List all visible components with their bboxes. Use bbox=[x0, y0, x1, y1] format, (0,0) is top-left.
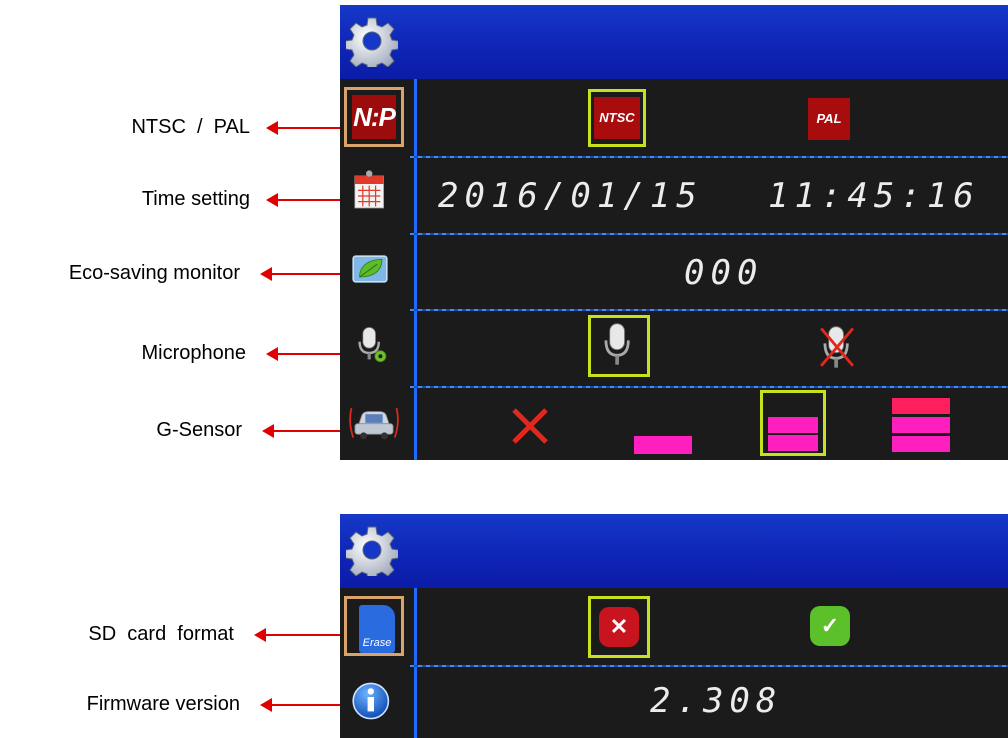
g-sensor-medium-bar bbox=[768, 417, 818, 433]
settings-screen-2: Erase ✕ ✓ 2.308 bbox=[340, 514, 1008, 738]
sd-cancel-frame[interactable]: ✕ bbox=[588, 596, 650, 658]
arrow-eco-saving bbox=[260, 267, 342, 281]
date-value[interactable]: 2016/01/15 bbox=[438, 176, 703, 216]
time-setting-row: 2016/01/15 11:45:16 bbox=[340, 158, 1008, 233]
time-value[interactable]: 11:45:16 bbox=[768, 176, 980, 216]
callout-label: Firmware version bbox=[86, 693, 240, 715]
callout-label: G-Sensor bbox=[156, 419, 242, 441]
eco-saving-value[interactable]: 000 bbox=[684, 253, 763, 293]
ntsc-button[interactable]: NTSC bbox=[594, 97, 640, 139]
ntsc-button-frame[interactable]: NTSC bbox=[588, 89, 646, 147]
callout-label: Eco-saving monitor bbox=[68, 262, 240, 284]
leaf-monitor-icon[interactable] bbox=[350, 241, 398, 297]
arrow-firmware-version bbox=[260, 698, 342, 712]
g-sensor-high-bar[interactable] bbox=[892, 398, 950, 414]
microphone-settings-icon[interactable] bbox=[350, 317, 398, 373]
callout-label: Time setting bbox=[141, 188, 250, 210]
pal-button[interactable]: PAL bbox=[808, 98, 850, 140]
info-icon[interactable] bbox=[350, 673, 398, 729]
arrow-sd-card-format bbox=[254, 628, 342, 642]
callout-label: NTSC / PAL bbox=[131, 116, 250, 138]
g-sensor-low-button[interactable] bbox=[634, 436, 692, 454]
eco-saving-row: 000 bbox=[340, 235, 1008, 310]
g-sensor-off-icon[interactable] bbox=[510, 406, 550, 446]
arrow-g-sensor bbox=[262, 424, 342, 438]
microphone-on-icon[interactable] bbox=[591, 318, 647, 374]
calendar-icon[interactable] bbox=[350, 164, 398, 220]
callout-ntsc-pal: NTSC / PAL bbox=[0, 112, 250, 142]
g-sensor-medium-frame[interactable] bbox=[760, 390, 826, 456]
car-shake-icon[interactable] bbox=[348, 394, 400, 450]
firmware-version-value: 2.308 bbox=[650, 681, 783, 721]
np-badge: N:P bbox=[352, 95, 396, 139]
callout-eco-saving: Eco-saving monitor bbox=[0, 258, 240, 288]
ntsc-pal-row: N:P NTSC PAL bbox=[340, 81, 1008, 156]
arrow-time-setting bbox=[266, 193, 342, 207]
callout-time-setting: Time setting bbox=[0, 184, 250, 214]
microphone-off-icon[interactable] bbox=[810, 321, 866, 377]
check-icon[interactable]: ✓ bbox=[810, 606, 850, 646]
gear-icon[interactable] bbox=[346, 15, 398, 67]
gear-icon[interactable] bbox=[346, 524, 398, 576]
title-bar bbox=[340, 514, 1008, 588]
sd-erase-badge: Erase bbox=[359, 605, 395, 653]
arrow-ntsc-pal bbox=[266, 121, 342, 135]
microphone-on-frame[interactable] bbox=[588, 315, 650, 377]
g-sensor-medium-bar bbox=[768, 435, 818, 451]
g-sensor-high-bar[interactable] bbox=[892, 436, 950, 452]
callout-label: SD card format bbox=[88, 623, 234, 645]
ntsc-pal-setting-icon[interactable]: N:P bbox=[344, 87, 404, 147]
callout-microphone: Microphone bbox=[0, 338, 246, 368]
sd-card-erase-icon[interactable]: Erase bbox=[344, 596, 404, 656]
callout-sd-card-format: SD card format bbox=[0, 619, 234, 649]
callout-label: Microphone bbox=[141, 342, 246, 364]
callout-firmware-version: Firmware version bbox=[0, 689, 240, 719]
g-sensor-high-bar[interactable] bbox=[892, 417, 950, 433]
firmware-version-row: 2.308 bbox=[340, 667, 1008, 738]
g-sensor-row bbox=[340, 388, 1008, 460]
sd-card-format-row: Erase ✕ ✓ bbox=[340, 590, 1008, 665]
title-bar bbox=[340, 5, 1008, 79]
settings-screen-1: N:P NTSC PAL 2016/01/15 11:45:16 000 bbox=[340, 5, 1008, 460]
microphone-row bbox=[340, 311, 1008, 386]
close-icon[interactable]: ✕ bbox=[599, 607, 639, 647]
callout-g-sensor: G-Sensor bbox=[0, 415, 242, 445]
arrow-microphone bbox=[266, 347, 342, 361]
